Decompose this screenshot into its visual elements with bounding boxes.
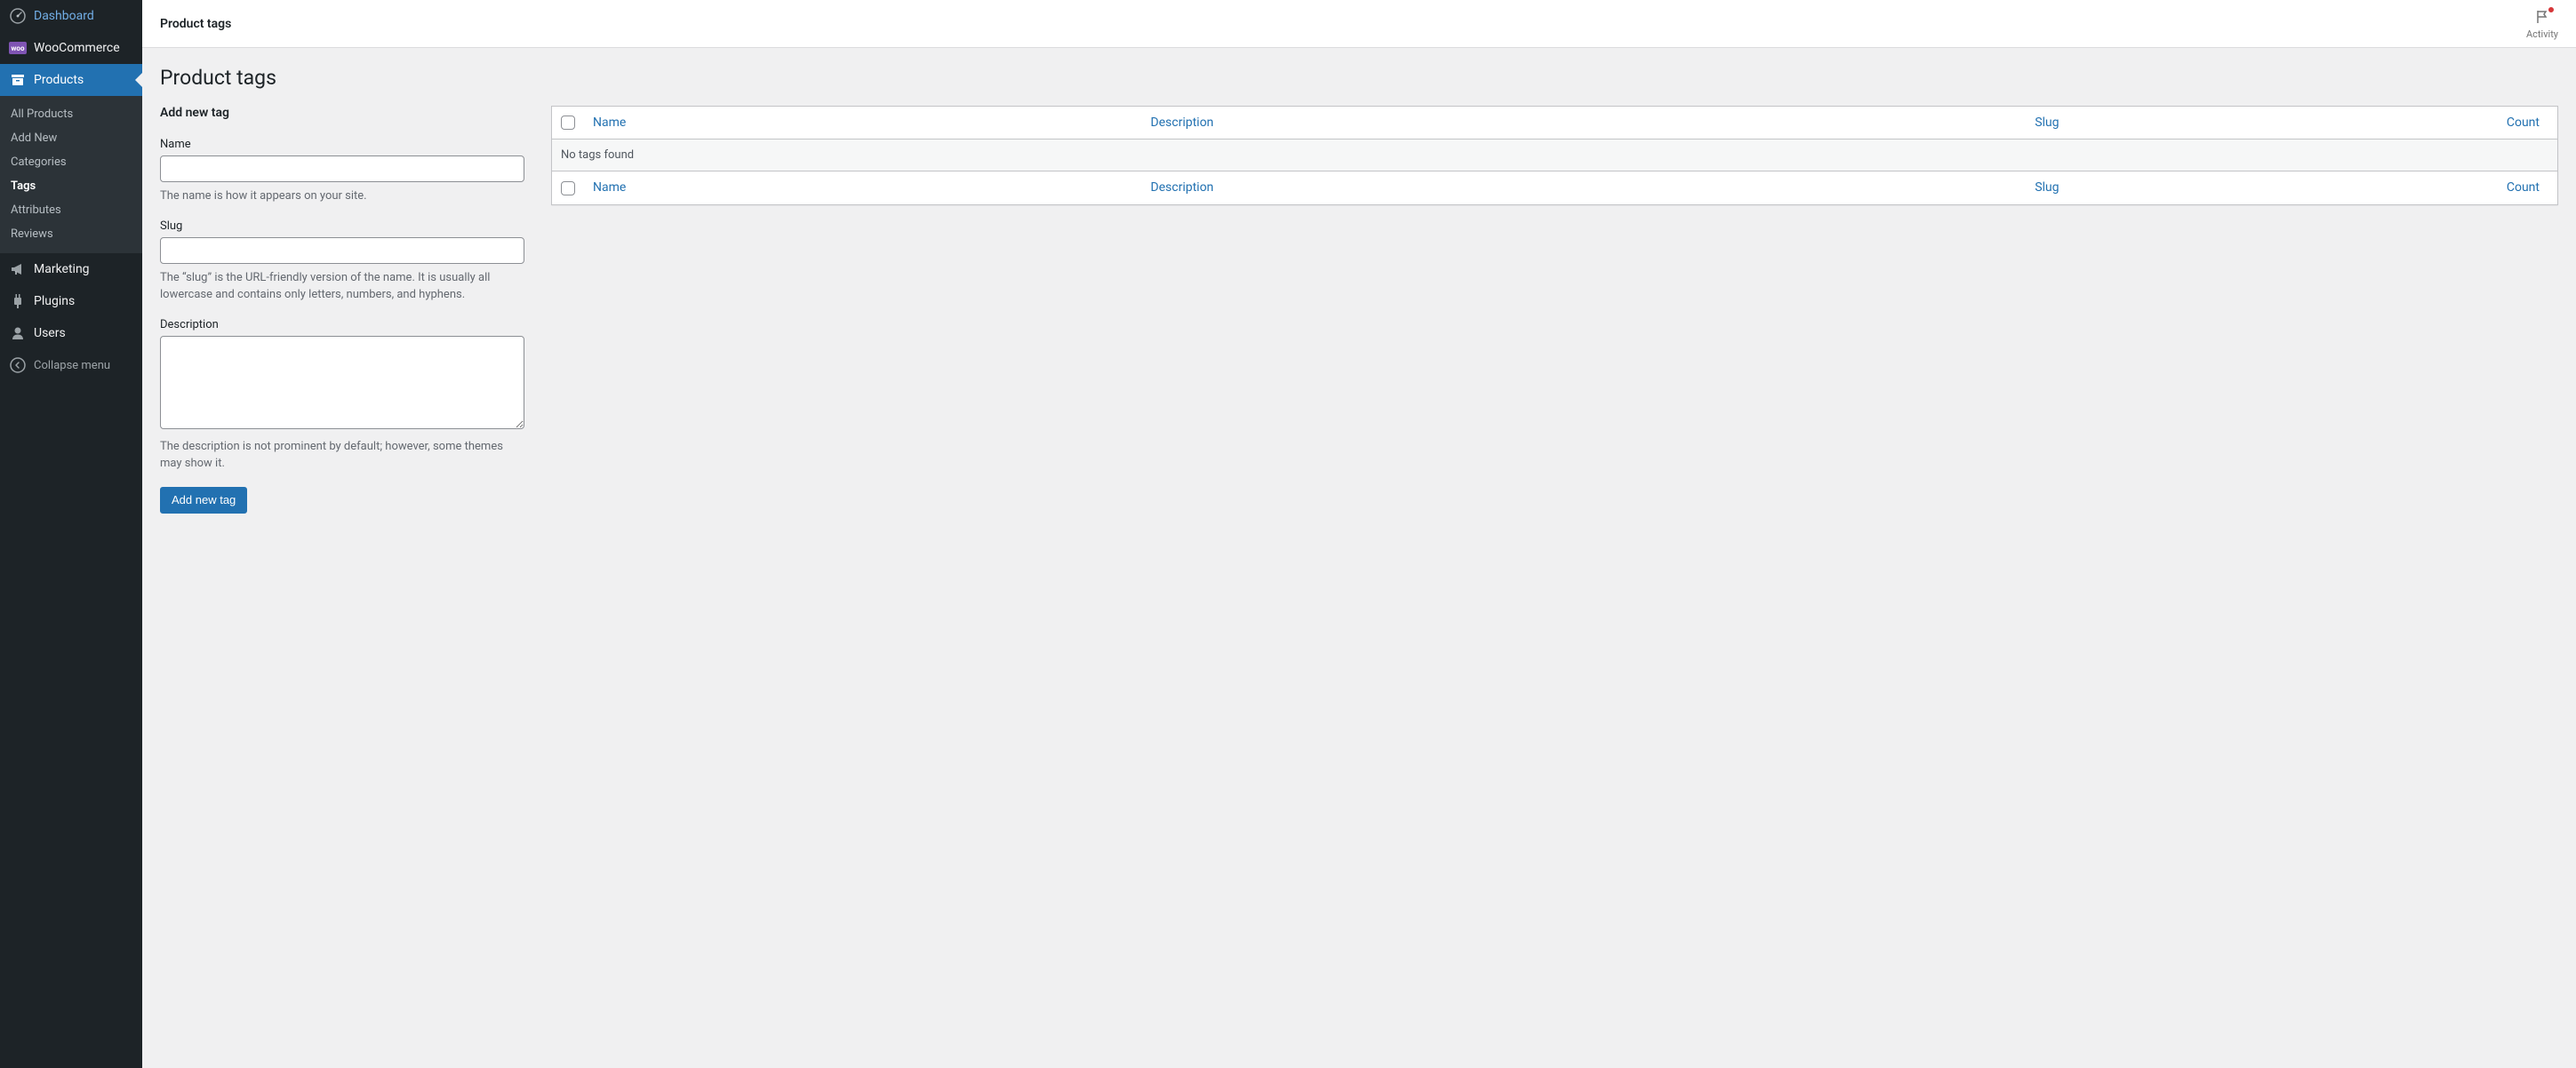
sidebar-item-collapse[interactable]: Collapse menu bbox=[0, 349, 142, 381]
sidebar-item-users[interactable]: Users bbox=[0, 317, 142, 349]
products-submenu: All Products Add New Categories Tags Att… bbox=[0, 96, 142, 253]
description-input[interactable] bbox=[160, 336, 524, 429]
column-description-footer[interactable]: Description bbox=[1141, 171, 2026, 203]
tags-table: Name Description Slug Count No tags foun… bbox=[551, 106, 2558, 205]
woocommerce-icon: woo bbox=[9, 39, 27, 57]
dashboard-icon bbox=[9, 7, 27, 25]
sidebar-item-label: Collapse menu bbox=[34, 359, 110, 372]
main-content: Product tags Activity Product tags Add n… bbox=[142, 0, 2576, 1068]
column-checkbox-header bbox=[552, 107, 584, 139]
notification-dot bbox=[2548, 6, 2555, 13]
archive-icon bbox=[9, 71, 27, 89]
sidebar-subitem-reviews[interactable]: Reviews bbox=[0, 222, 142, 246]
sidebar-item-label: Users bbox=[34, 326, 66, 340]
slug-input[interactable] bbox=[160, 237, 524, 264]
add-tag-button[interactable]: Add new tag bbox=[160, 487, 247, 514]
column-slug-footer[interactable]: Slug bbox=[2026, 171, 2486, 203]
admin-sidebar: Dashboard woo WooCommerce Products All P… bbox=[0, 0, 142, 1068]
name-input[interactable] bbox=[160, 155, 524, 182]
page-title: Product tags bbox=[160, 66, 2558, 90]
activity-label: Activity bbox=[2526, 28, 2558, 40]
sidebar-item-label: Plugins bbox=[34, 294, 75, 308]
description-label: Description bbox=[160, 318, 524, 331]
sidebar-item-marketing[interactable]: Marketing bbox=[0, 253, 142, 285]
table-empty-row: No tags found bbox=[552, 139, 2557, 171]
sidebar-item-products[interactable]: Products bbox=[0, 64, 142, 96]
add-tag-form: Add new tag Name The name is how it appe… bbox=[160, 106, 524, 514]
flag-icon bbox=[2533, 8, 2551, 28]
name-label: Name bbox=[160, 138, 524, 151]
sidebar-item-label: Products bbox=[34, 73, 84, 87]
collapse-icon bbox=[9, 356, 27, 374]
empty-message: No tags found bbox=[552, 139, 2557, 171]
tags-table-wrap: Name Description Slug Count No tags foun… bbox=[551, 106, 2558, 514]
sidebar-subitem-attributes[interactable]: Attributes bbox=[0, 198, 142, 222]
column-count-header[interactable]: Count bbox=[2486, 107, 2557, 139]
slug-label: Slug bbox=[160, 219, 524, 233]
sidebar-subitem-add-new[interactable]: Add New bbox=[0, 126, 142, 150]
sidebar-subitem-all-products[interactable]: All Products bbox=[0, 102, 142, 126]
column-name-footer[interactable]: Name bbox=[584, 171, 1141, 203]
sidebar-item-woocommerce[interactable]: woo WooCommerce bbox=[0, 32, 142, 64]
sidebar-item-plugins[interactable]: Plugins bbox=[0, 285, 142, 317]
select-all-top[interactable] bbox=[561, 116, 575, 130]
column-slug-header[interactable]: Slug bbox=[2026, 107, 2486, 139]
slug-help: The “slug” is the URL-friendly version o… bbox=[160, 269, 524, 304]
plug-icon bbox=[9, 292, 27, 310]
sidebar-item-label: Marketing bbox=[34, 262, 90, 276]
megaphone-icon bbox=[9, 260, 27, 278]
sidebar-subitem-categories[interactable]: Categories bbox=[0, 150, 142, 174]
column-name-header[interactable]: Name bbox=[584, 107, 1141, 139]
topbar: Product tags Activity bbox=[142, 0, 2576, 48]
form-heading: Add new tag bbox=[160, 106, 524, 120]
name-help: The name is how it appears on your site. bbox=[160, 187, 524, 205]
column-description-header[interactable]: Description bbox=[1141, 107, 2026, 139]
sidebar-item-label: Dashboard bbox=[34, 9, 94, 23]
user-icon bbox=[9, 324, 27, 342]
select-all-bottom[interactable] bbox=[561, 181, 575, 195]
topbar-title: Product tags bbox=[160, 17, 231, 31]
column-checkbox-footer bbox=[552, 171, 584, 203]
column-count-footer[interactable]: Count bbox=[2486, 171, 2557, 203]
page-content: Product tags Add new tag Name The name i… bbox=[142, 48, 2576, 531]
sidebar-item-dashboard[interactable]: Dashboard bbox=[0, 0, 142, 32]
activity-button[interactable]: Activity bbox=[2526, 8, 2558, 40]
sidebar-subitem-tags[interactable]: Tags bbox=[0, 174, 142, 198]
sidebar-item-label: WooCommerce bbox=[34, 41, 120, 55]
description-help: The description is not prominent by defa… bbox=[160, 438, 524, 473]
